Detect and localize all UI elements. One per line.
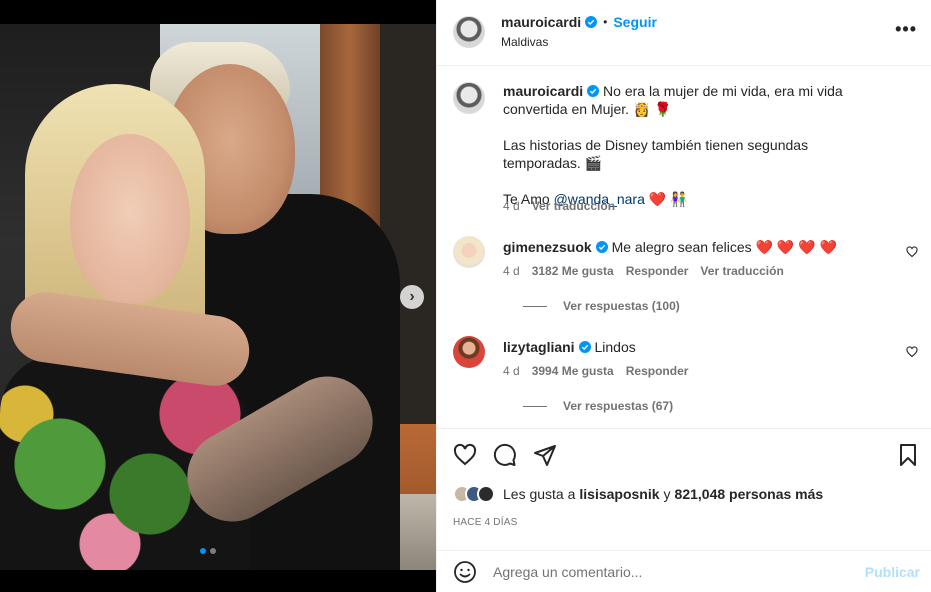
liker-avatars[interactable] (453, 485, 495, 503)
post-panel: mauroicardi • Seguir Maldivas ••• mauroi… (436, 0, 931, 592)
carousel-dot (210, 548, 216, 554)
like-comment-heart-icon[interactable] (906, 346, 918, 358)
replies-line (523, 305, 547, 307)
likes-user[interactable]: lisisaposnik (579, 486, 659, 502)
likes-count[interactable]: 821,048 personas más (675, 486, 824, 502)
caption-username[interactable]: mauroicardi (503, 83, 583, 99)
header-username[interactable]: mauroicardi (501, 14, 581, 30)
post-photo[interactable] (0, 24, 436, 570)
comment-text: gimenezsuok Me alegro sean felices ❤️ ❤️… (503, 238, 886, 256)
comment-username[interactable]: gimenezsuok (503, 239, 592, 255)
like-heart-icon[interactable] (453, 443, 477, 467)
caption: mauroicardi No era la mujer de mi vida, … (453, 82, 918, 222)
verified-badge-icon (585, 16, 598, 28)
likes-summary: Les gusta a lisisaposnik y 821,048 perso… (453, 485, 823, 503)
follow-button[interactable]: Seguir (613, 14, 657, 30)
post-header: mauroicardi • Seguir Maldivas ••• (437, 0, 931, 66)
post-actions: Les gusta a lisisaposnik y 821,048 perso… (437, 428, 931, 588)
comments-section[interactable]: mauroicardi No era la mujer de mi vida, … (437, 66, 931, 428)
carousel-next-button[interactable]: › (400, 285, 424, 309)
post-media: › (0, 0, 436, 592)
chevron-right-icon: › (409, 288, 415, 305)
emoji-icon[interactable] (453, 560, 477, 584)
view-replies-button[interactable]: Ver respuestas (100) (523, 299, 680, 313)
comment-text: lizytagliani Lindos (503, 338, 886, 356)
comment-input[interactable] (493, 559, 853, 585)
caption-age: 4 d (503, 199, 520, 213)
likes-middle: y (663, 486, 671, 502)
publish-button[interactable]: Publicar (865, 564, 920, 580)
view-replies-button[interactable]: Ver respuestas (67) (523, 399, 673, 413)
caption-line3-suffix: ❤️ 👫 (644, 191, 688, 207)
comment-age: 4 d (503, 264, 520, 278)
reply-button[interactable]: Responder (626, 264, 689, 278)
avatar[interactable] (453, 82, 485, 114)
translate-link[interactable]: Ver traducción (532, 199, 615, 213)
comment-item: gimenezsuok Me alegro sean felices ❤️ ❤️… (453, 236, 918, 316)
share-icon[interactable] (533, 443, 557, 467)
reply-button[interactable]: Responder (626, 364, 689, 378)
post-timestamp[interactable]: HACE 4 DÍAS (453, 517, 517, 528)
comment-body: Lindos (594, 339, 636, 355)
comment-age: 4 d (503, 364, 520, 378)
header-user: mauroicardi • Seguir (501, 14, 657, 30)
add-comment-bar: Publicar (437, 550, 931, 592)
bookmark-icon[interactable] (896, 443, 920, 467)
like-comment-heart-icon[interactable] (906, 246, 918, 258)
verified-badge-icon (595, 241, 608, 253)
comment-likes-count[interactable]: 3994 Me gusta (532, 364, 614, 378)
post-location[interactable]: Maldivas (501, 35, 548, 49)
comment-body: Me alegro sean felices ❤️ ❤️ ❤️ ❤️ (611, 239, 837, 255)
verified-badge-icon (587, 85, 600, 97)
comment-item: lizytagliani Lindos 4 d 3994 Me gusta Re… (453, 336, 918, 416)
replies-line (523, 405, 547, 407)
replies-label: Ver respuestas (67) (563, 399, 674, 413)
likes-prefix: Les gusta a (503, 486, 576, 502)
carousel-indicator (200, 548, 216, 554)
verified-badge-icon (578, 341, 591, 353)
replies-label: Ver respuestas (100) (563, 299, 680, 313)
comment-username[interactable]: lizytagliani (503, 339, 575, 355)
comment-meta: 4 d 3994 Me gusta Responder (503, 364, 688, 378)
comment-likes-count[interactable]: 3182 Me gusta (532, 264, 614, 278)
comment-meta: 4 d 3182 Me gusta Responder Ver traducci… (503, 264, 784, 278)
carousel-dot-active (200, 548, 206, 554)
comment-icon[interactable] (493, 443, 517, 467)
caption-text: mauroicardi No era la mujer de mi vida, … (503, 82, 886, 208)
more-icon: ••• (895, 19, 917, 39)
avatar[interactable] (453, 336, 485, 368)
avatar[interactable] (453, 16, 485, 48)
translate-link[interactable]: Ver traducción (700, 264, 783, 278)
avatar[interactable] (453, 236, 485, 268)
more-options-button[interactable]: ••• (895, 19, 917, 39)
avatar (477, 485, 495, 503)
header-separator: • (603, 15, 608, 29)
caption-line2: Las historias de Disney también tienen s… (503, 137, 809, 171)
caption-meta: 4 d Ver traducción (503, 199, 615, 213)
photo-woman-face (70, 134, 190, 304)
